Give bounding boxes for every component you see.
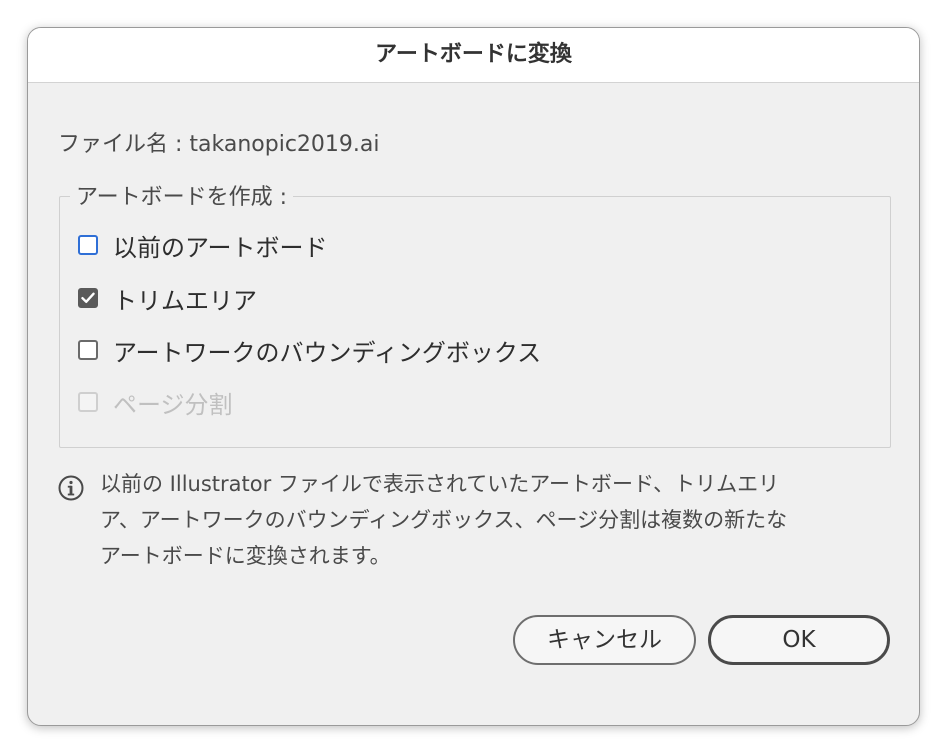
option-artwork-bounding-box[interactable]: アートワークのバウンディングボックス [78, 335, 542, 367]
info-message: 以前の Illustrator ファイルで表示されていたアートボード、トリムエリ… [58, 466, 898, 576]
option-legacy-artboards[interactable]: 以前のアートボード [78, 230, 328, 262]
info-line: ア、アートワークのバウンディングボックス、ページ分割は複数の新たな [100, 508, 788, 532]
legacy-artboards-label: 以前のアートボード [113, 233, 328, 262]
option-crop-area[interactable]: トリムエリア [78, 283, 257, 315]
option-page-tiling: ページ分割 [78, 387, 233, 419]
crop-area-label: トリムエリア [113, 286, 257, 315]
info-circle-icon [58, 475, 84, 501]
info-line: アートボードに変換されます。 [100, 544, 391, 568]
cancel-button[interactable]: キャンセル [513, 615, 696, 665]
create-artboards-group-title: アートボードを作成 : [70, 179, 294, 211]
legacy-artboards-checkbox[interactable] [78, 235, 98, 255]
artwork-bounding-box-label: アートワークのバウンディングボックス [113, 338, 542, 367]
ok-button[interactable]: OK [708, 615, 890, 665]
filename-label: ファイル名 : takanopic2019.ai [58, 132, 380, 157]
convert-to-artboards-dialog: アートボードに変換 ファイル名 : takanopic2019.ai アートボー… [27, 27, 920, 726]
artwork-bounding-box-checkbox[interactable] [78, 340, 98, 360]
crop-area-checkbox[interactable] [78, 288, 98, 308]
checkmark-icon [81, 292, 95, 303]
info-text: 以前の Illustrator ファイルで表示されていたアートボード、トリムエリ… [100, 466, 900, 574]
page-tiling-label: ページ分割 [113, 390, 233, 419]
page-tiling-checkbox [78, 392, 98, 412]
dialog-title: アートボードに変換 [28, 28, 919, 83]
info-line: 以前の Illustrator ファイルで表示されていたアートボード、トリムエリ [100, 472, 780, 496]
